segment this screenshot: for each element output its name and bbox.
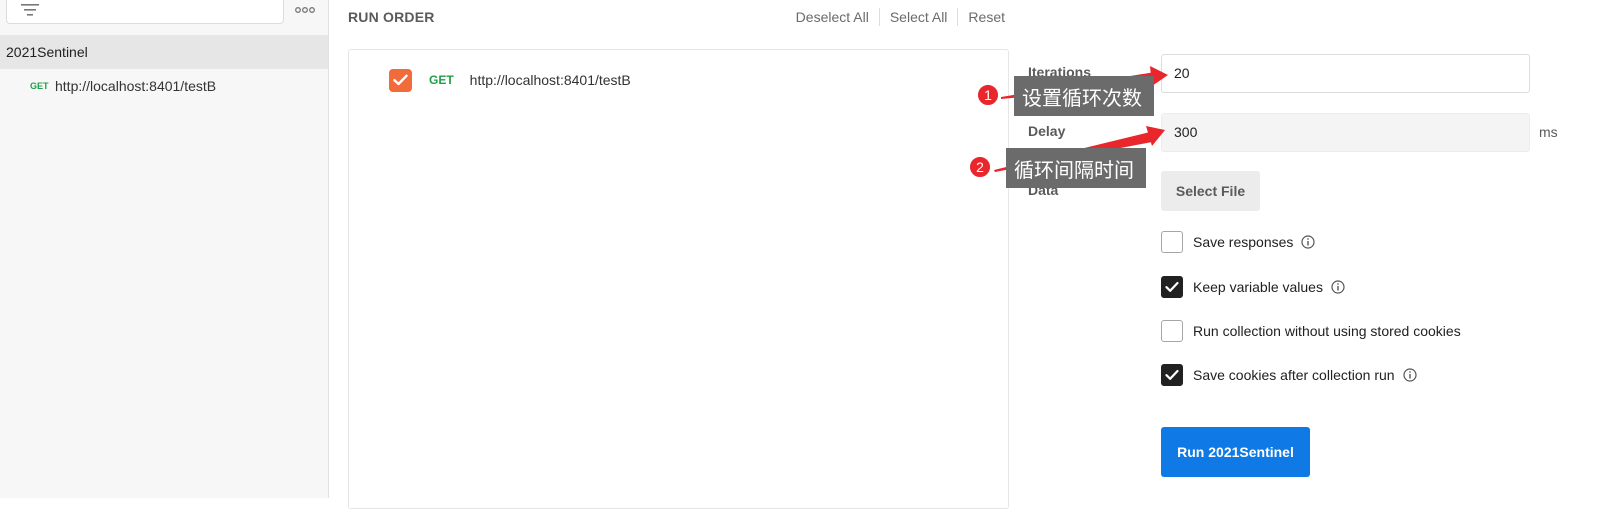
annotation-badge-2: 2 xyxy=(968,155,992,179)
annotation-badge-1: 1 xyxy=(976,83,1000,107)
annotation-callout-1: 设置循环次数 xyxy=(1014,76,1154,116)
annotation-arrows xyxy=(994,66,1168,172)
annotation-callout-2: 循环间隔时间 xyxy=(1006,148,1146,188)
